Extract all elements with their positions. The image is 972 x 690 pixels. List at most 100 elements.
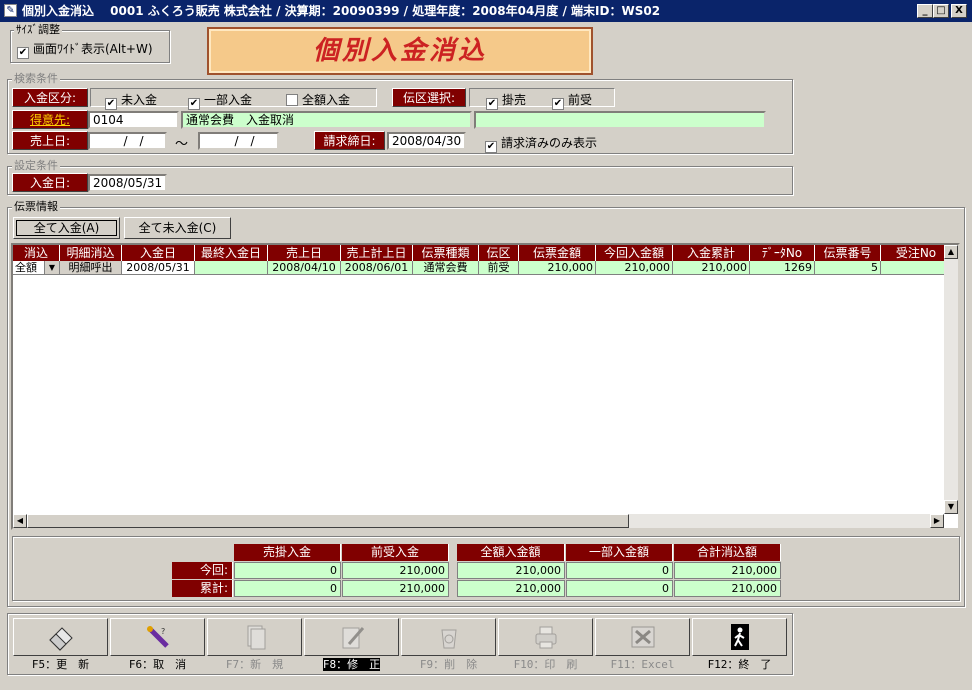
- eraser-icon: [48, 627, 73, 651]
- scroll-left-icon[interactable]: ◀: [13, 514, 27, 528]
- minimize-button[interactable]: _: [917, 4, 933, 18]
- nyukinbi-label: 入金日:: [12, 173, 88, 192]
- sum-konkai-ichibu: 0: [566, 562, 673, 579]
- f10-print-button[interactable]: [498, 618, 593, 656]
- cell-nyukinbi[interactable]: 2008/05/31: [122, 261, 195, 275]
- wide-display-checkbox[interactable]: ✔ 画面ﾜｲﾄﾞ表示(Alt+W): [17, 40, 153, 59]
- col-ruikei[interactable]: 入金累計: [673, 245, 750, 261]
- col-keijobi[interactable]: 売上計上日: [341, 245, 413, 261]
- f10-label: F10：印 刷: [513, 658, 578, 671]
- col-kingaku[interactable]: 伝票金額: [519, 245, 596, 261]
- scroll-up-icon[interactable]: ▲: [944, 245, 958, 259]
- sum-ruikei-gokei: 210,000: [674, 580, 781, 597]
- cell-kingaku: 210,000: [519, 261, 596, 275]
- f11-excel-button[interactable]: [595, 618, 690, 656]
- scroll-down-icon[interactable]: ▼: [944, 500, 958, 514]
- option-unpaid[interactable]: ✔ 未入金: [105, 91, 157, 110]
- horizontal-scrollbar[interactable]: ◀ ▶: [13, 514, 944, 528]
- col-kesikomi[interactable]: 消込: [13, 245, 60, 261]
- sum-head-maeuke: 前受入金: [342, 544, 449, 561]
- uriagebi-label: 売上日:: [12, 131, 88, 150]
- date-from-input[interactable]: / /: [88, 132, 167, 150]
- denku-label: 伝区選択:: [392, 88, 466, 107]
- cell-data-no: 1269: [750, 261, 815, 275]
- f5-update-button[interactable]: [13, 618, 108, 656]
- scroll-right-icon[interactable]: ▶: [930, 514, 944, 528]
- sum-head-zengaku: 全額入金額: [457, 544, 565, 561]
- tokuisaki-extra-field: [474, 111, 766, 129]
- cell-uriagebi: 2008/04/10: [268, 261, 341, 275]
- kesikomi-select[interactable]: 全額 ▼: [13, 261, 60, 275]
- exit-icon: [730, 624, 749, 650]
- sum-konkai-zengaku: 210,000: [457, 562, 565, 579]
- cell-keijobi: 2008/06/01: [341, 261, 413, 275]
- col-data-no[interactable]: ﾃﾞｰﾀNo: [750, 245, 815, 261]
- f6-label: F6：取 消: [128, 658, 187, 671]
- cell-konkai: 210,000: [596, 261, 673, 275]
- f11-label: F11：Excel: [610, 658, 675, 671]
- col-last-nyukinbi[interactable]: 最終入金日: [195, 245, 268, 261]
- detail-call-button[interactable]: 明細呼出: [60, 261, 122, 275]
- f9-delete-button[interactable]: [401, 618, 496, 656]
- maximize-button[interactable]: □: [933, 4, 949, 18]
- option-full[interactable]: 全額入金: [286, 91, 350, 108]
- f8-edit-button[interactable]: [304, 618, 399, 656]
- title-bar: ✎ 個別入金消込 0001 ふくろう販売 株式会社 / 決算期：20090399…: [0, 0, 972, 22]
- nyukinbi-input[interactable]: 2008/05/31: [88, 174, 167, 192]
- col-juchu-no[interactable]: 受注No: [881, 245, 952, 261]
- all-unpaid-button[interactable]: 全て未入金(C): [124, 217, 231, 239]
- sum-row-ruikei-label: 累計:: [172, 580, 233, 597]
- cell-last-nyukinbi: [195, 261, 268, 275]
- settings-label: 設定条件: [12, 159, 60, 172]
- col-uriagebi[interactable]: 売上日: [268, 245, 341, 261]
- all-paid-button[interactable]: 全て入金(A): [13, 217, 120, 239]
- screen-title-banner: 個別入金消込: [207, 27, 593, 75]
- col-shurui[interactable]: 伝票種類: [413, 245, 479, 261]
- date-to-input[interactable]: / /: [198, 132, 279, 150]
- f9-label: F9：削 除: [419, 658, 478, 671]
- sum-ruikei-zengaku: 210,000: [457, 580, 565, 597]
- size-adjust-label: ｻｲｽﾞ調整: [14, 23, 62, 36]
- option-kakeuri[interactable]: ✔ 掛売: [486, 91, 526, 110]
- cell-denku: 前受: [479, 261, 519, 275]
- cell-denpyo-no: 5: [815, 261, 881, 275]
- sum-konkai-maeuke: 210,000: [342, 562, 449, 579]
- sum-head-ichibu: 一部入金額: [566, 544, 673, 561]
- tokuisaki-label[interactable]: 得意先:: [12, 110, 88, 129]
- f6-cancel-button[interactable]: ?: [110, 618, 205, 656]
- grid-header: 消込 明細消込 入金日 最終入金日 売上日 売上計上日 伝票種類 伝区 伝票金額…: [13, 245, 958, 261]
- f12-exit-button[interactable]: [692, 618, 787, 656]
- col-nyukinbi[interactable]: 入金日: [122, 245, 195, 261]
- search-conditions-label: 検索条件: [12, 72, 60, 85]
- sum-ruikei-ichibu: 0: [566, 580, 673, 597]
- chevron-down-icon[interactable]: ▼: [44, 261, 59, 274]
- recycle-icon: [440, 629, 457, 649]
- sum-konkai-gokei: 210,000: [674, 562, 781, 579]
- col-detail[interactable]: 明細消込: [60, 245, 122, 261]
- vertical-scrollbar[interactable]: ▲ ▼: [944, 245, 958, 514]
- f7-label: F7：新 規: [225, 658, 284, 671]
- seikyu-shimebi-input[interactable]: 2008/04/30: [387, 132, 466, 150]
- window-title: 個別入金消込 0001 ふくろう販売 株式会社 / 決算期：20090399 /…: [22, 4, 661, 18]
- sum-konkai-urikake: 0: [234, 562, 341, 579]
- cell-ruikei: 210,000: [673, 261, 750, 275]
- col-konkai[interactable]: 今回入金額: [596, 245, 673, 261]
- range-tilde: ～: [175, 137, 189, 152]
- option-partial[interactable]: ✔ 一部入金: [188, 91, 252, 110]
- table-row[interactable]: 全額 ▼ 明細呼出 2008/05/31 2008/04/10 2008/06/0…: [13, 261, 958, 275]
- printer-icon: [535, 626, 556, 649]
- svg-text:?: ?: [161, 627, 165, 636]
- denku-options: ✔ 掛売 ✔ 前受: [469, 88, 615, 110]
- close-button[interactable]: X: [951, 4, 967, 18]
- tokuisaki-code-input[interactable]: 0104: [88, 111, 179, 129]
- col-denpyo-no[interactable]: 伝票番号: [815, 245, 881, 261]
- f7-new-button[interactable]: [207, 618, 302, 656]
- seikyu-only-checkbox[interactable]: ✔ 請求済みのみ表示: [485, 134, 597, 153]
- col-denku[interactable]: 伝区: [479, 245, 519, 261]
- new-document-icon: [247, 625, 265, 650]
- option-maeuke[interactable]: ✔ 前受: [552, 91, 592, 110]
- sum-head-gokei: 合計消込額: [674, 544, 781, 561]
- horizontal-scroll-thumb[interactable]: [27, 514, 629, 528]
- checkbox-check-icon: ✔: [17, 47, 29, 59]
- f8-label: F8：修 正: [322, 658, 381, 671]
